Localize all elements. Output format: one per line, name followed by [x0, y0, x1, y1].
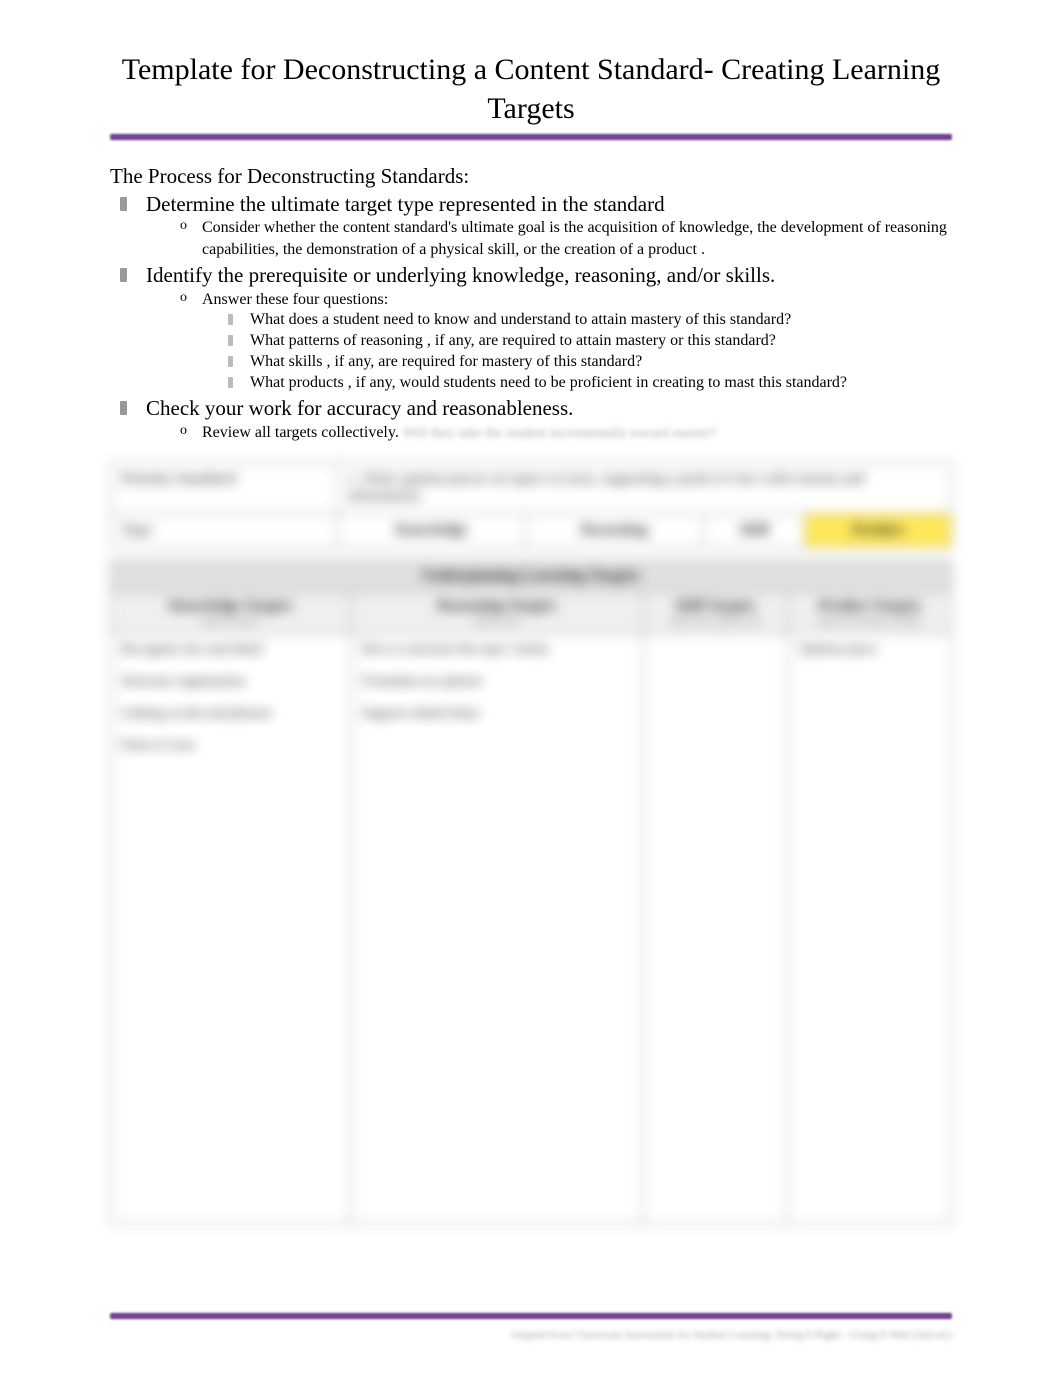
list-item: Identify the prerequisite or underlying …: [146, 262, 952, 393]
table-row: Priority Standard 1. Write opinion piece…: [111, 462, 952, 513]
sub-list-item-text: Review all targets collectively.: [202, 424, 399, 441]
process-list: Determine the ultimate target type repre…: [110, 191, 952, 444]
col-head: Knowledge Targets: [169, 598, 292, 614]
question-list: What does a student need to know and und…: [202, 310, 952, 393]
col-sub: need to know: [117, 615, 344, 627]
table-row: Type Knowledge Reasoning Skill Product: [111, 513, 952, 547]
question-text: What products , if any, would students n…: [250, 374, 847, 391]
col-sub: need to be able to do: [649, 615, 782, 627]
col-sub: need to do: [357, 615, 635, 627]
targets-table-title: Underpinning Learning Targets: [111, 560, 952, 591]
type-knowledge: Knowledge: [338, 513, 526, 547]
sub-list-item: Answer these four questions: What does a…: [202, 289, 952, 394]
col-sub: need to be able to make: [794, 615, 945, 627]
sub-list-item: Review all targets collectively. Will th…: [202, 422, 952, 444]
question-text: What patterns of reasoning , if any, are…: [250, 332, 776, 349]
sub-list-item-text: Answer these four questions:: [202, 291, 388, 308]
question-item: What products , if any, would students n…: [250, 373, 952, 394]
col-head: Product Targets: [818, 598, 921, 614]
col-skill: Skill Targets need to be able to do: [642, 591, 788, 633]
footer-text: Adapted from Classroom Assessment for St…: [330, 1329, 952, 1341]
blurred-tables-region: Priority Standard 1. Write opinion piece…: [110, 462, 952, 1224]
priority-standard-label: Priority Standard: [111, 462, 338, 513]
list-item-text: Determine the ultimate target type repre…: [146, 192, 665, 216]
col-head: Reasoning Targets: [438, 598, 556, 614]
table-row: Knowledge Targets need to know Reasoning…: [111, 591, 952, 633]
product-cell: Opinion piece: [788, 633, 952, 1223]
process-heading: The Process for Deconstructing Standards…: [110, 164, 952, 189]
question-text: What skills , if any, are required for m…: [250, 353, 642, 370]
sub-list-item: Consider whether the content standard's …: [202, 217, 952, 260]
col-reasoning: Reasoning Targets need to do: [351, 591, 642, 633]
header-divider: [110, 134, 952, 140]
inline-note: Will they take the student incrementally…: [403, 426, 716, 441]
table-row: Recognize fact and detail Structure orga…: [111, 633, 952, 1223]
question-item: What does a student need to know and und…: [250, 310, 952, 331]
reasoning-cell: How to structure the topic clearly Formu…: [351, 633, 642, 1223]
sub-list: Consider whether the content standard's …: [146, 217, 952, 260]
type-product: Product: [805, 513, 952, 547]
sub-list: Answer these four questions: What does a…: [146, 289, 952, 394]
footer-divider: [110, 1313, 952, 1319]
type-skill: Skill: [703, 513, 805, 547]
col-head: Skill Targets: [675, 598, 755, 614]
col-product: Product Targets need to be able to make: [788, 591, 952, 633]
knowledge-cell: Recognize fact and detail Structure orga…: [111, 633, 351, 1223]
type-label: Type: [111, 513, 338, 547]
standard-table: Priority Standard 1. Write opinion piece…: [110, 462, 952, 548]
list-item: Determine the ultimate target type repre…: [146, 191, 952, 260]
skill-cell: [642, 633, 788, 1223]
sub-list-item-text: Consider whether the content standard's …: [202, 219, 947, 258]
type-reasoning: Reasoning: [525, 513, 703, 547]
document-page: Template for Deconstructing a Content St…: [0, 0, 1062, 1377]
page-title: Template for Deconstructing a Content St…: [110, 50, 952, 128]
list-item-text: Identify the prerequisite or underlying …: [146, 263, 775, 287]
targets-table: Underpinning Learning Targets Knowledge …: [110, 560, 952, 1224]
col-knowledge: Knowledge Targets need to know: [111, 591, 351, 633]
question-item: What skills , if any, are required for m…: [250, 352, 952, 373]
table-row: Underpinning Learning Targets: [111, 560, 952, 591]
list-item: Check your work for accuracy and reasona…: [146, 395, 952, 443]
list-item-text: Check your work for accuracy and reasona…: [146, 396, 573, 420]
priority-standard-value: 1. Write opinion pieces on topics or tex…: [338, 462, 952, 513]
sub-list: Review all targets collectively. Will th…: [146, 422, 952, 444]
question-item: What patterns of reasoning , if any, are…: [250, 331, 952, 352]
question-text: What does a student need to know and und…: [250, 311, 791, 328]
